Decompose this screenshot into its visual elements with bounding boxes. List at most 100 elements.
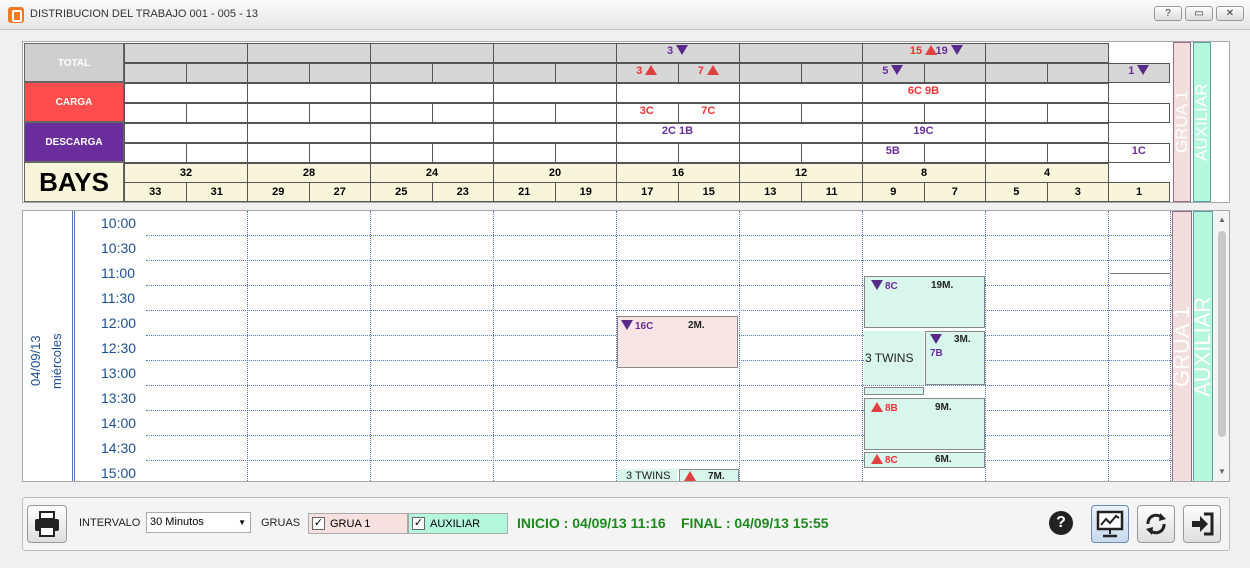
help-window-button[interactable]: ? xyxy=(1154,6,1182,21)
descarga-bottom-cell xyxy=(677,143,740,163)
exit-button[interactable] xyxy=(1183,505,1221,543)
check-icon: ✓ xyxy=(412,517,425,530)
vertical-scrollbar[interactable]: ▲ ▼ xyxy=(1214,211,1229,481)
total-bottom-label-2: 5 xyxy=(862,65,924,77)
descarga-bottom-cell xyxy=(185,143,248,163)
bay-odd-cell: 21 xyxy=(493,182,556,202)
bay-odd-cell: 17 xyxy=(616,182,679,202)
bay-odd-cell: 13 xyxy=(739,182,802,202)
carga-bottom-cell xyxy=(923,103,986,123)
scroll-up-arrow[interactable]: ▲ xyxy=(1218,215,1226,224)
descarga-bottom-cell xyxy=(985,143,1048,163)
time-gridline xyxy=(146,310,1192,311)
carga-bottom-cell xyxy=(185,103,248,123)
time-slot-label: 13:00 xyxy=(101,365,137,381)
close-window-button[interactable]: ✕ xyxy=(1216,6,1244,21)
carga-label: CARGA xyxy=(24,82,124,122)
bay-odd-cell: 23 xyxy=(431,182,494,202)
descarga-top-cell xyxy=(493,123,617,143)
twins-label-2: 3 TWINS xyxy=(626,470,671,482)
descarga-top-cell xyxy=(247,123,371,143)
descarga-bottom-cell xyxy=(308,143,371,163)
carga-bottom-cell xyxy=(124,103,187,123)
bay-even-cell: 20 xyxy=(493,163,617,183)
bay-odd-cell: 11 xyxy=(800,182,863,202)
carga-top-cell xyxy=(124,83,248,103)
bay-even-cell: 32 xyxy=(124,163,248,183)
triangle-up-icon xyxy=(645,65,658,75)
descarga-top-cell xyxy=(739,123,863,143)
bay-gridline xyxy=(493,211,494,481)
total-bottom-label-1: 7 xyxy=(678,65,740,77)
date-column: 04/09/13 miércoles xyxy=(23,211,73,481)
total-label: TOTAL xyxy=(24,43,124,82)
twins-label-1b: 3 TWINS xyxy=(865,351,914,365)
bay-even-cell: 24 xyxy=(370,163,494,183)
carga-top-cell xyxy=(739,83,863,103)
total-bottom-cell xyxy=(493,63,556,83)
grua-schedule-label: GRUA 1 xyxy=(1169,306,1194,388)
block-8b-9m[interactable]: 8B 9M. xyxy=(864,398,985,450)
time-slot-label: 12:00 xyxy=(101,315,137,331)
bay-odd-cell: 5 xyxy=(985,182,1048,202)
carga-bottom-label-1: 7C xyxy=(701,105,716,117)
bay-odd-cell: 33 xyxy=(124,182,187,202)
carga-bottom-cell xyxy=(862,103,925,123)
descarga-top-cell xyxy=(124,123,248,143)
refresh-button[interactable] xyxy=(1137,505,1175,543)
total-bottom-cell xyxy=(124,63,187,83)
time-slot-label: 14:30 xyxy=(101,440,137,456)
monitor-chart-icon xyxy=(1096,510,1124,538)
total-bottom-cell xyxy=(800,63,863,83)
bay-gridline xyxy=(739,211,740,481)
block-8c-19m[interactable]: 8C 19M. xyxy=(864,276,985,328)
scroll-down-arrow[interactable]: ▼ xyxy=(1218,467,1226,476)
bay-odd-cell: 9 xyxy=(862,182,925,202)
title-bar: DISTRIBUCION DEL TRABAJO 001 - 005 - 13 … xyxy=(0,0,1250,30)
block-8c-6m[interactable]: 8C 6M. xyxy=(864,452,985,468)
total-top-cell xyxy=(247,43,371,63)
time-slot-label: 10:00 xyxy=(101,215,137,231)
time-gridline xyxy=(146,385,1192,386)
triangle-down-icon xyxy=(891,65,904,75)
help-icon[interactable]: ? xyxy=(1049,511,1073,535)
descarga-top-label-0: 2C 1B xyxy=(661,125,694,137)
block-7m[interactable]: 7M. xyxy=(679,469,739,481)
grua-column-schedule: GRUA 1 xyxy=(1169,211,1194,481)
triangle-up-icon xyxy=(706,65,719,75)
bay-odd-cell: 1 xyxy=(1108,182,1170,202)
auxiliar-column-summary: AUXILIAR xyxy=(1192,42,1211,202)
descarga-label: DESCARGA xyxy=(24,122,124,162)
chart-view-button[interactable] xyxy=(1091,505,1129,543)
bay-gridline xyxy=(1108,211,1109,481)
total-bottom-cell xyxy=(308,63,371,83)
carga-bottom-cell xyxy=(308,103,371,123)
bay-gridline xyxy=(862,211,863,481)
bay-odd-cell: 29 xyxy=(247,182,310,202)
carga-bottom-label-0: 3C xyxy=(639,105,654,117)
scroll-thumb[interactable] xyxy=(1218,231,1226,437)
schedule-weekday: miércoles xyxy=(49,333,64,389)
block-16c-2m[interactable]: 16C 2M. xyxy=(617,316,738,368)
carga-bottom-cell xyxy=(554,103,617,123)
bay-odd-cell: 7 xyxy=(923,182,986,202)
bay-even-cell: 4 xyxy=(985,163,1109,183)
intervalo-select[interactable]: 30 Minutos ▼ xyxy=(146,512,251,533)
carga-top-label-0: 6C 9B xyxy=(907,85,940,97)
bays-label: BAYS xyxy=(24,162,124,202)
window-title: DISTRIBUCION DEL TRABAJO 001 - 005 - 13 xyxy=(30,8,259,20)
descarga-top-cell xyxy=(370,123,494,143)
grua1-checkbox[interactable]: ✓ GRUA 1 xyxy=(308,513,408,534)
bay-odd-cell: 19 xyxy=(554,182,617,202)
total-bottom-cell xyxy=(923,63,986,83)
bay-even-cell: 28 xyxy=(247,163,371,183)
print-button[interactable] xyxy=(27,505,67,543)
bay-odd-cell: 27 xyxy=(308,182,371,202)
bay-gridline xyxy=(370,211,371,481)
block-7b-3m[interactable]: 7B 3M. xyxy=(925,331,985,385)
auxiliar-checkbox[interactable]: ✓ AUXILIAR xyxy=(408,513,508,534)
maximize-window-button[interactable]: ▭ xyxy=(1185,6,1213,21)
time-gridline xyxy=(146,285,1192,286)
total-top-label-2: 19 xyxy=(936,45,1059,57)
descarga-bottom-cell xyxy=(124,143,187,163)
